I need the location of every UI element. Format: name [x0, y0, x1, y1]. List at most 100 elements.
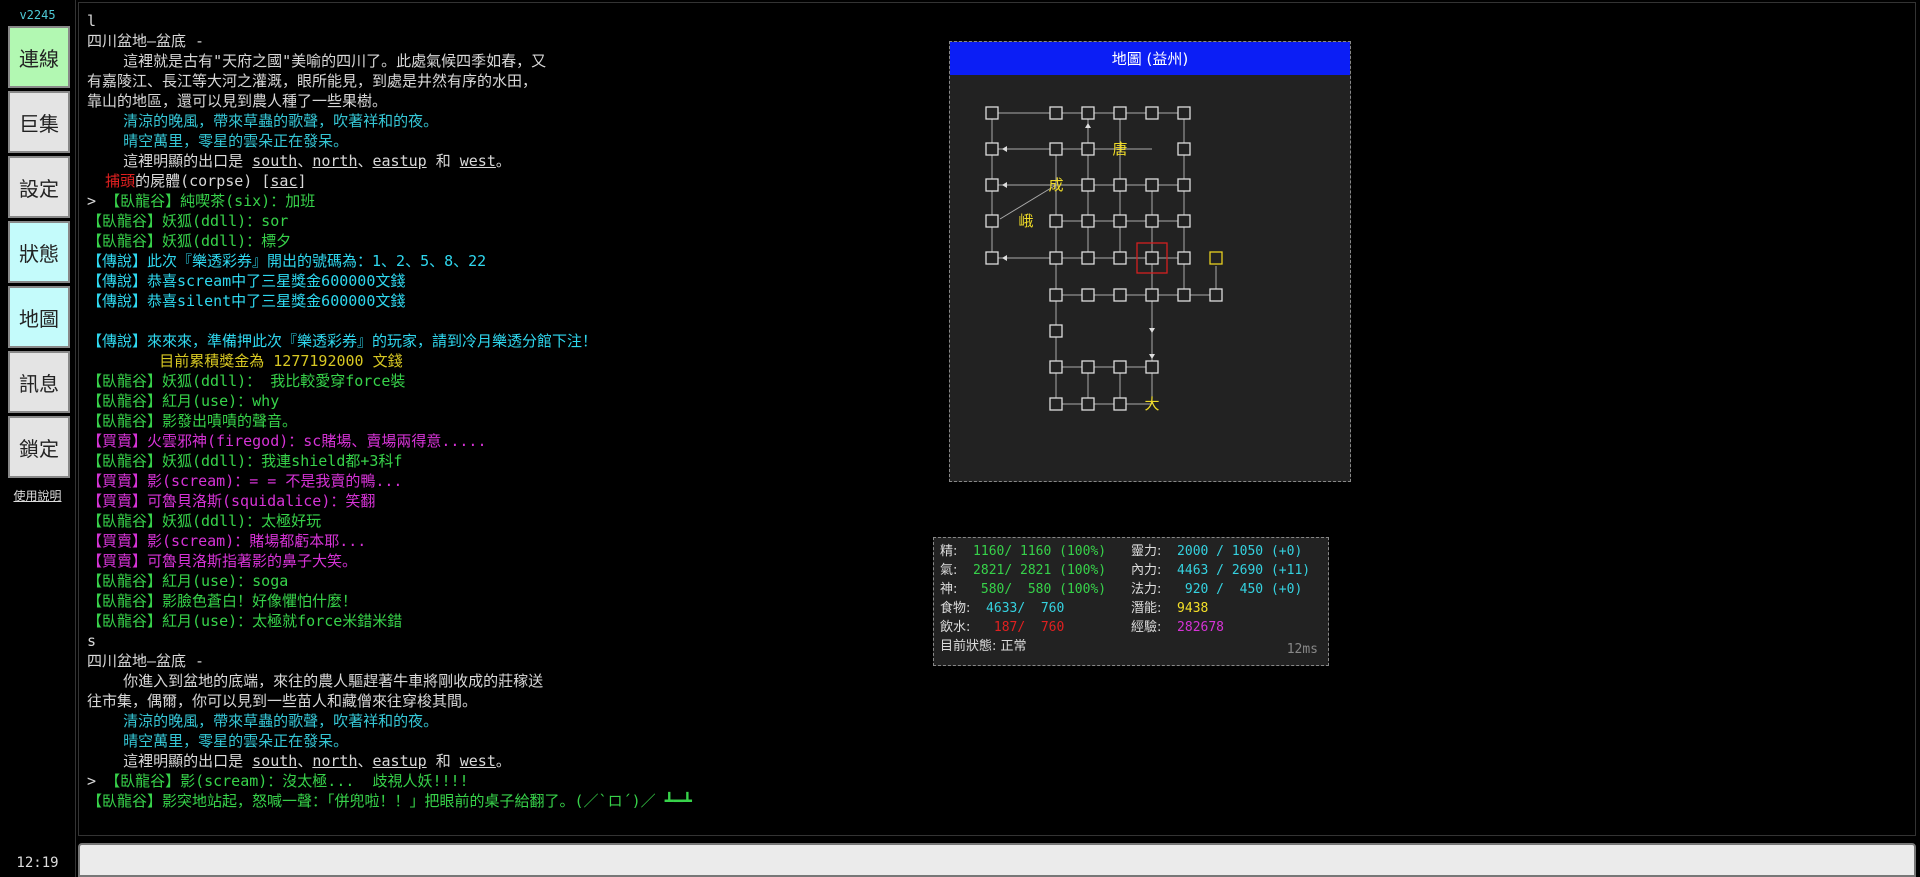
map-arrow — [1085, 123, 1091, 128]
output-text: 四川盆地—盆底 - — [87, 32, 205, 50]
output-text: s — [87, 632, 97, 650]
stat-label: 目前狀態: — [940, 639, 997, 654]
output-line: 這裡明顯的出口是 south、north、eastup 和 west。 — [87, 751, 867, 771]
stat-value: 920 / 450 (+0) — [1161, 582, 1303, 597]
output-text: 目前累積獎金為 1277192000 文錢 — [87, 352, 403, 370]
macro-button[interactable]: 巨集 — [8, 91, 70, 153]
stat-label: 食物: — [940, 601, 971, 616]
exit-link[interactable]: north — [312, 152, 357, 170]
settings-button[interactable]: 設定 — [8, 156, 70, 218]
command-input[interactable] — [78, 843, 1916, 877]
output-text: 【臥龍谷】妖狐(ddll)：我連shield都+3科f — [87, 452, 403, 470]
map-place-label: 大 — [1144, 395, 1159, 413]
output-line: 【臥龍谷】影突地站起，怒喊一聲：「併兜啦！！」把眼前的桌子給翻了。(／`ロ´)／… — [87, 791, 867, 811]
output-text: 【臥龍谷】妖狐(ddll)：太極好玩 — [87, 512, 322, 530]
output-text: ] — [297, 172, 307, 190]
map-room — [1049, 106, 1063, 120]
status-button[interactable]: 狀態 — [8, 221, 70, 283]
output-line: 【臥龍谷】影發出嘖嘖的聲音。 — [87, 411, 867, 431]
output-line: s — [87, 631, 867, 651]
output-text: 【買賣】火雲邪神(firegod)：sc賭場、賣場兩得意..... — [87, 432, 487, 450]
exit-link[interactable]: eastup — [373, 752, 427, 770]
output-line: > 【臥龍谷】純喫茶(six)：加班 — [87, 191, 867, 211]
exit-link[interactable]: sac — [270, 172, 297, 190]
output-line: 【傳說】來來來，準備押此次『樂透彩券』的玩家，請到冷月樂透分館下注！ — [87, 331, 867, 351]
output-text: 【臥龍谷】妖狐(ddll)：標夕 — [87, 232, 292, 250]
stat-label: 靈力: — [1131, 544, 1162, 559]
map-room — [985, 178, 999, 192]
output-line: 這裡就是古有"天府之國"美喻的四川了。此處氣候四季如春，又 — [87, 51, 867, 71]
output-line: 【傳說】恭喜silent中了三星獎金600000文錢 — [87, 291, 867, 311]
map-title: 地圖 (益州) — [950, 42, 1350, 75]
map-room — [1081, 288, 1095, 302]
output-text: 、 — [297, 752, 313, 770]
output-line: 【臥龍谷】紅月(use)：soga — [87, 571, 867, 591]
stat-value: 580/ 580 (100%) — [957, 582, 1107, 597]
map-room — [1081, 397, 1095, 411]
output-line: 靠山的地區，還可以見到農人種了一些果樹。 — [87, 91, 867, 111]
map-grid: 唐成峨大 — [985, 106, 1223, 413]
map-room — [1145, 360, 1159, 374]
exit-link[interactable]: eastup — [373, 152, 427, 170]
map-room — [1177, 142, 1191, 156]
map-room-highlight — [1209, 251, 1223, 265]
output-line: 四川盆地—盆底 - — [87, 31, 867, 51]
output-text: 【傳說】恭喜silent中了三星獎金600000文錢 — [87, 292, 406, 310]
output-text: 清涼的晚風，帶來草蟲的歌聲，吹著祥和的夜。 — [87, 112, 439, 130]
map-button[interactable]: 地圖 — [8, 286, 70, 348]
map-room — [1113, 288, 1127, 302]
help-link[interactable]: 使用說明 — [0, 487, 75, 504]
stat-label: 飲水: — [940, 620, 971, 635]
map-room — [1049, 288, 1063, 302]
output-text: 這裡明顯的出口是 — [87, 752, 253, 770]
output-line: 你進入到盆地的底端，來往的農人驅趕著牛車將剛收成的莊稼送 — [87, 671, 867, 691]
output-line: 【買賣】火雲邪神(firegod)：sc賭場、賣場兩得意..... — [87, 431, 867, 451]
connect-button[interactable]: 連線 — [8, 26, 70, 88]
stats-row: 目前狀態: 正常 — [940, 637, 1322, 656]
stat-label: 神: — [940, 582, 958, 597]
map-panel: 地圖 (益州) 唐成峨大 — [949, 41, 1351, 482]
output-text: 和 — [426, 752, 460, 770]
exit-link[interactable]: south — [252, 752, 297, 770]
version-label: v2245 — [19, 8, 56, 22]
output-line: 目前累積獎金為 1277192000 文錢 — [87, 351, 867, 371]
output-text: 【臥龍谷】紅月(use)：soga — [87, 572, 289, 590]
output-text: 【臥龍谷】紅月(use)：why — [87, 392, 280, 410]
exit-link[interactable]: north — [312, 752, 357, 770]
map-room — [1049, 142, 1063, 156]
output-text: 【傳說】來來來，準備押此次『樂透彩券』的玩家，請到冷月樂透分館下注！ — [87, 332, 598, 350]
map-room — [1145, 288, 1159, 302]
stats-panel: 精: 1160/ 1160 (100%) 靈力: 2000 / 1050 (+0)… — [933, 537, 1329, 666]
output-line: 【臥龍谷】妖狐(ddll)：我連shield都+3科f — [87, 451, 867, 471]
exit-link[interactable]: west — [460, 752, 496, 770]
output-line: 【臥龍谷】妖狐(ddll)：sor — [87, 211, 867, 231]
map-room — [1145, 251, 1159, 265]
output-line: 【臥龍谷】妖狐(ddll)： 我比較愛穿force裝 — [87, 371, 867, 391]
map-room — [1049, 214, 1063, 228]
exit-link[interactable]: west — [460, 152, 496, 170]
stat-label: 精: — [940, 544, 958, 559]
map-room — [1145, 214, 1159, 228]
lock-button[interactable]: 鎖定 — [8, 416, 70, 478]
output-text: 【買賣】可魯貝洛斯指著影的鼻子大笑。 — [87, 552, 358, 570]
map-room — [1113, 106, 1127, 120]
output-text: 的屍體(corpse) [ — [135, 172, 271, 190]
map-room — [1081, 251, 1095, 265]
clock: 12:19 — [16, 855, 59, 871]
map-room — [1113, 251, 1127, 265]
output-text: 【買賣】可魯貝洛斯(squidalice)：笑翻 — [87, 492, 376, 510]
map-arrow — [1002, 255, 1007, 261]
output-text: 晴空萬里，零星的雲朵正在發呆。 — [87, 132, 349, 150]
output-text: 你進入到盆地的底端，來往的農人驅趕著牛車將剛收成的莊稼送 — [87, 672, 544, 690]
output-text: 【臥龍谷】純喫茶(six)：加班 — [105, 192, 316, 210]
message-button[interactable]: 訊息 — [8, 351, 70, 413]
sidebar: v2245 連線 巨集 設定 狀態 地圖 訊息 鎖定 使用說明 12:19 — [0, 0, 76, 877]
exit-link[interactable]: south — [252, 152, 297, 170]
map-room — [985, 251, 999, 265]
output-line: 【傳說】恭喜scream中了三星獎金600000文錢 — [87, 271, 867, 291]
map-room — [985, 106, 999, 120]
map-arrow — [1149, 328, 1155, 333]
game-output-log: l 四川盆地—盆底 - 這裡就是古有"天府之國"美喻的四川了。此處氣候四季如春，又… — [87, 11, 867, 811]
map-place-label: 唐 — [1112, 140, 1127, 158]
